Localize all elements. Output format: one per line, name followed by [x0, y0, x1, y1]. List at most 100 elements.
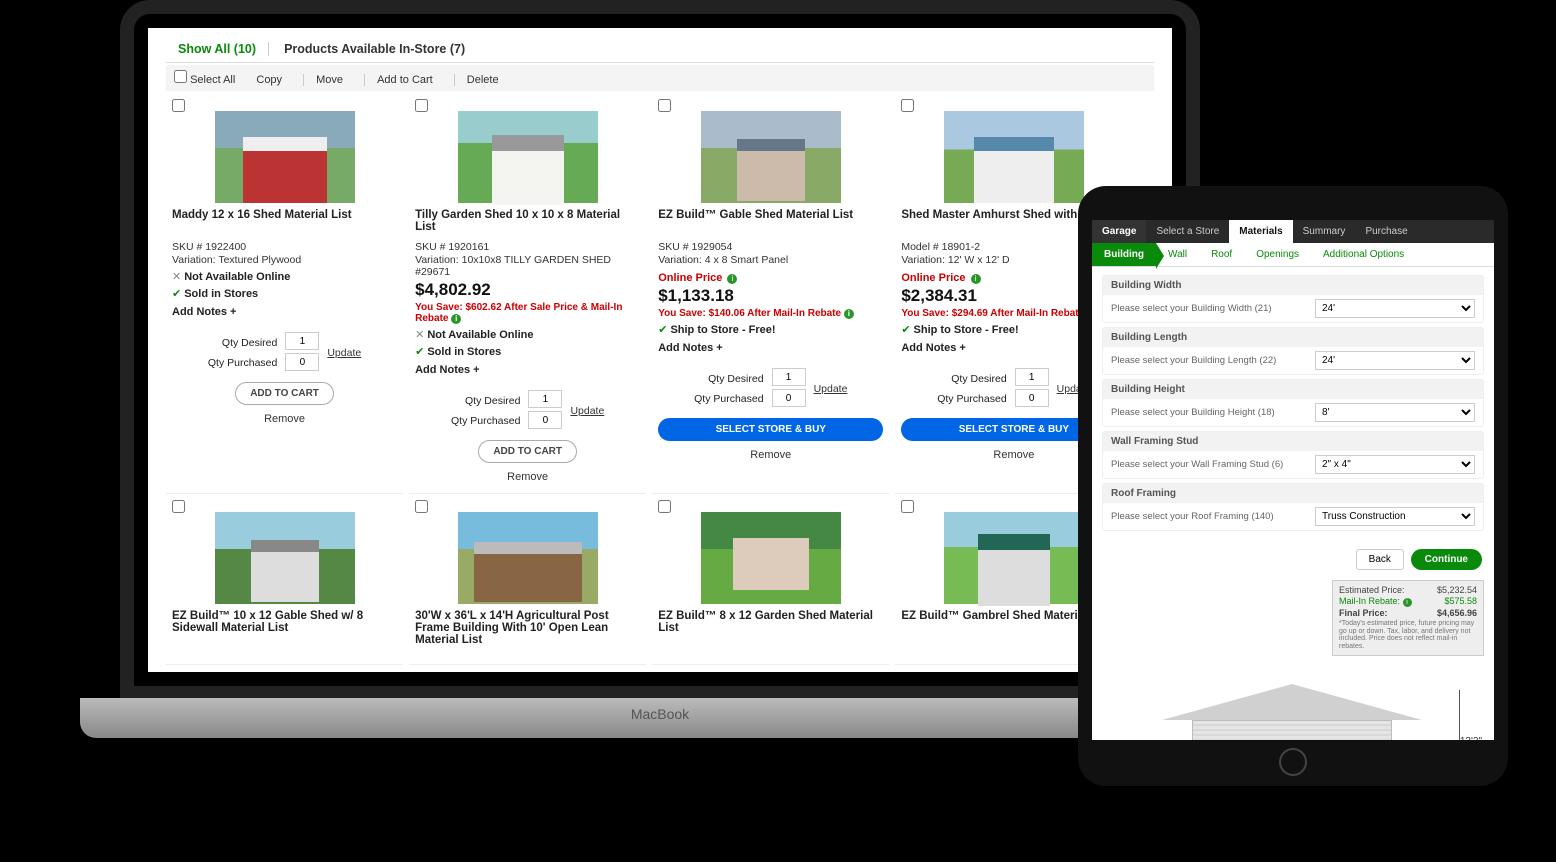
add-notes-link[interactable]: Add Notes+	[415, 364, 640, 376]
select-all-checkbox[interactable]: Select All	[174, 74, 235, 86]
product-title[interactable]: EZ Build™ Gable Shed Material List	[658, 209, 883, 233]
product-select-checkbox[interactable]	[658, 500, 671, 513]
select-store-button[interactable]: SELECT STORE & BUY	[658, 418, 883, 441]
product-title[interactable]: Tilly Garden Shed 10 x 10 x 8 Material L…	[415, 209, 640, 233]
product-select-checkbox[interactable]	[658, 99, 671, 112]
qty-desired-input[interactable]	[285, 332, 319, 350]
nav-row: Back Continue	[1092, 543, 1494, 576]
laptop-base: MacBook	[80, 698, 1240, 738]
qty-purchased-input[interactable]	[772, 389, 806, 407]
product-select-checkbox[interactable]	[901, 99, 914, 112]
info-icon[interactable]: i	[971, 274, 981, 284]
info-icon[interactable]: i	[844, 309, 854, 319]
rebate-value: $575.58	[1444, 596, 1477, 607]
subtab-roof[interactable]: Roof	[1199, 243, 1244, 266]
select-all-box[interactable]	[174, 70, 187, 83]
back-button[interactable]: Back	[1356, 549, 1404, 570]
qty-desired-input[interactable]	[772, 368, 806, 386]
remove-link[interactable]: Remove	[658, 449, 883, 461]
product-sku: SKU # 1929054	[658, 241, 883, 253]
product-select-checkbox[interactable]	[415, 99, 428, 112]
form-area: Building Width Please select your Buildi…	[1092, 267, 1494, 543]
product-title[interactable]: 30'W x 36'L x 14'H Agricultural Post Fra…	[415, 610, 640, 646]
field-select[interactable]: 24'	[1315, 299, 1475, 318]
product-thumbnail[interactable]	[944, 111, 1084, 203]
toolbar-delete[interactable]: Delete	[454, 74, 499, 86]
x-icon: ✕	[172, 271, 181, 283]
add-to-cart-button[interactable]: ADD TO CART	[235, 382, 334, 405]
qty-purchased-label: Qty Purchased	[208, 353, 277, 373]
field-label: Please select your Building Length (22)	[1111, 355, 1276, 366]
product-thumbnail[interactable]	[215, 512, 355, 604]
product-title[interactable]: EZ Build™ 10 x 12 Gable Shed w/ 8 Sidewa…	[172, 610, 397, 634]
update-link[interactable]: Update	[814, 383, 848, 395]
add-notes-link[interactable]: Add Notes+	[172, 306, 397, 318]
field-select[interactable]: 2" x 4"	[1315, 455, 1475, 474]
field-building-length: Building Length Please select your Build…	[1102, 327, 1484, 375]
field-select[interactable]: 24'	[1315, 351, 1475, 370]
qty-purchased-input[interactable]	[285, 353, 319, 371]
field-label: Please select your Wall Framing Stud (6)	[1111, 459, 1283, 470]
remove-link[interactable]: Remove	[172, 413, 397, 425]
product-card: Tilly Garden Shed 10 x 10 x 8 Material L…	[409, 99, 646, 494]
field-building-width: Building Width Please select your Buildi…	[1102, 275, 1484, 323]
update-link[interactable]: Update	[570, 405, 604, 417]
toolbar-add-to-cart[interactable]: Add to Cart	[364, 74, 433, 86]
product-thumbnail[interactable]	[701, 512, 841, 604]
remove-link[interactable]: Remove	[415, 471, 640, 483]
top-tabbar: Garage Select a Store Materials Summary …	[1092, 220, 1494, 243]
dimension-line-icon	[1459, 690, 1460, 740]
field-building-height: Building Height Please select your Build…	[1102, 379, 1484, 427]
product-select-checkbox[interactable]	[415, 500, 428, 513]
check-icon: ✔	[901, 324, 910, 336]
filter-show-all[interactable]: Show All (10)	[166, 42, 269, 56]
product-price: $1,133.18	[658, 286, 883, 306]
tab-garage[interactable]: Garage	[1092, 220, 1146, 243]
qty-desired-input[interactable]	[1015, 368, 1049, 386]
field-wall-framing: Wall Framing Stud Please select your Wal…	[1102, 431, 1484, 479]
toolbar-move[interactable]: Move	[303, 74, 343, 86]
qty-purchased-input[interactable]	[528, 411, 562, 429]
product-select-checkbox[interactable]	[172, 500, 185, 513]
tab-materials[interactable]: Materials	[1229, 220, 1292, 243]
qty-block: Qty DesiredQty Purchased Update	[658, 368, 883, 410]
tab-purchase[interactable]: Purchase	[1355, 220, 1417, 243]
subtab-openings[interactable]: Openings	[1244, 243, 1311, 266]
info-icon[interactable]: i	[727, 274, 737, 284]
product-variation: Variation: 10x10x8 TILLY GARDEN SHED #29…	[415, 254, 640, 278]
product-variation: Variation: 4 x 8 Smart Panel	[658, 254, 883, 266]
add-notes-link[interactable]: Add Notes+	[658, 342, 883, 354]
product-thumbnail[interactable]	[701, 111, 841, 203]
product-select-checkbox[interactable]	[172, 99, 185, 112]
subtab-building[interactable]: Building	[1092, 243, 1156, 266]
product-thumbnail[interactable]	[458, 111, 598, 203]
continue-button[interactable]: Continue	[1411, 549, 1482, 570]
product-title[interactable]: Maddy 12 x 16 Shed Material List	[172, 209, 397, 233]
subtab-additional[interactable]: Additional Options	[1311, 243, 1416, 266]
qty-purchased-input[interactable]	[1015, 389, 1049, 407]
info-icon[interactable]: i	[451, 314, 461, 324]
field-label: Please select your Roof Framing (140)	[1111, 511, 1274, 522]
online-price-label: Online Price i	[658, 272, 883, 284]
product-savings: You Save: $602.62 After Sale Price & Mai…	[415, 302, 640, 324]
product-sku: SKU # 1920161	[415, 241, 640, 253]
product-select-checkbox[interactable]	[901, 500, 914, 513]
field-select[interactable]: 8'	[1315, 403, 1475, 422]
filter-in-store[interactable]: Products Available In-Store (7)	[272, 42, 477, 56]
toolbar-copy[interactable]: Copy	[256, 74, 282, 86]
info-icon[interactable]: i	[1403, 598, 1412, 607]
update-link[interactable]: Update	[327, 347, 361, 359]
tab-select-store[interactable]: Select a Store	[1146, 220, 1229, 243]
qty-desired-input[interactable]	[528, 390, 562, 408]
product-thumbnail[interactable]	[215, 111, 355, 203]
product-thumbnail[interactable]	[458, 512, 598, 604]
product-variation: Variation: Textured Plywood	[172, 254, 397, 266]
tab-summary[interactable]: Summary	[1293, 220, 1356, 243]
product-thumbnail[interactable]	[944, 512, 1084, 604]
qty-block: Qty DesiredQty Purchased Update	[172, 332, 397, 374]
add-to-cart-button[interactable]: ADD TO CART	[478, 440, 577, 463]
check-icon: ✔	[415, 346, 424, 358]
tablet-home-button[interactable]	[1279, 748, 1307, 776]
field-select[interactable]: Truss Construction	[1315, 507, 1475, 526]
product-title[interactable]: EZ Build™ 8 x 12 Garden Shed Material Li…	[658, 610, 883, 634]
